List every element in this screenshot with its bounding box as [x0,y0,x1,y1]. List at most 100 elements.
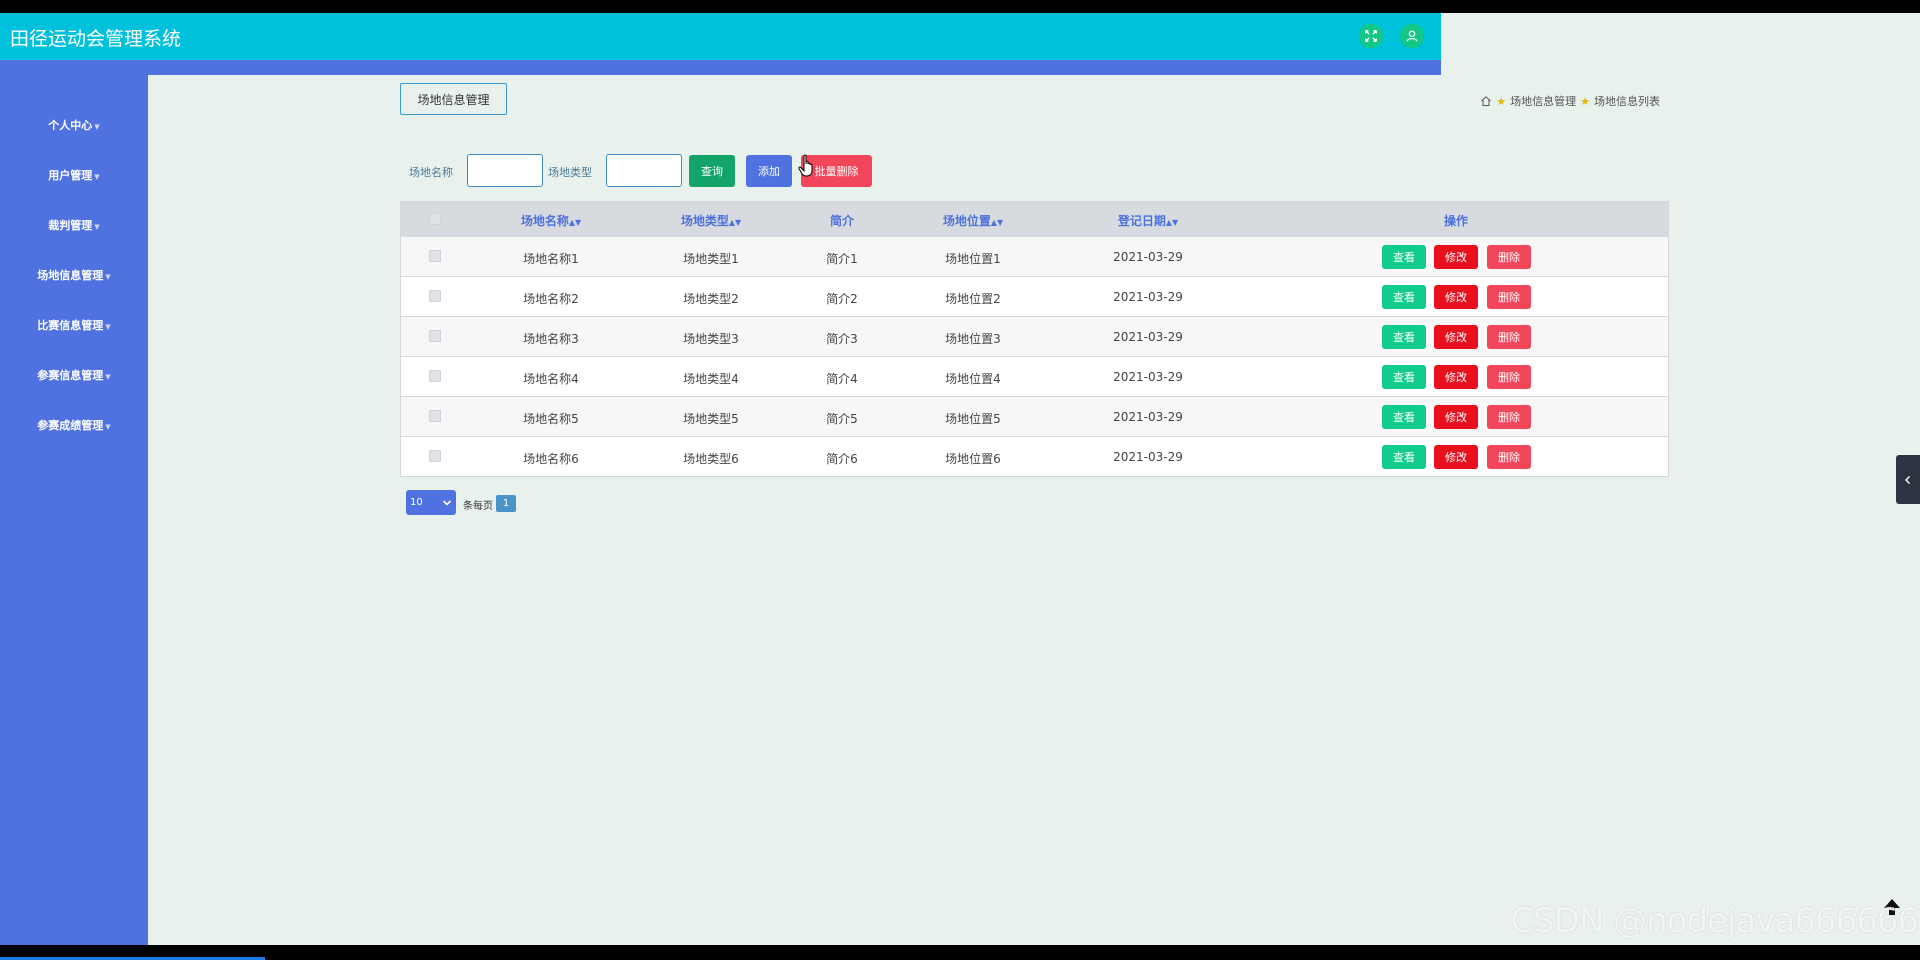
cell-venue-type: 场地类型1 [683,252,739,266]
side-panel-toggle[interactable] [1896,455,1920,504]
view-button[interactable]: 查看 [1382,405,1426,429]
breadcrumb: ★ 场地信息管理 ★ 场地信息列表 [1480,93,1660,109]
caret-down-icon: ▼ [105,323,111,331]
query-button[interactable]: 查询 [689,155,735,187]
sidebar-item-label: 参赛成绩管理 [37,419,104,432]
sort-icon: ▲▼ [990,218,1004,227]
row-checkbox[interactable] [429,250,441,262]
cell-venue-name: 场地名称3 [523,332,579,346]
view-button[interactable]: 查看 [1382,285,1426,309]
cell-venue-name: 场地名称4 [523,372,579,386]
edit-button[interactable]: 修改 [1434,285,1478,309]
cell-intro: 简介2 [826,292,858,306]
column-header-intro: 简介 [829,214,855,228]
cell-venue-location: 场地位置4 [945,372,1001,386]
view-button[interactable]: 查看 [1382,325,1426,349]
venue-name-input[interactable] [467,154,543,187]
cell-register-date: 2021-03-29 [1113,450,1183,464]
sidebar-item-user-management[interactable]: 用户管理 ▼ [0,167,148,183]
hand-cursor-icon [798,154,813,177]
page-number-button[interactable]: 1 [496,495,516,512]
cell-intro: 简介1 [826,252,858,266]
fullscreen-button[interactable] [1359,24,1383,48]
delete-button[interactable]: 删除 [1487,285,1531,309]
delete-button[interactable]: 删除 [1487,445,1531,469]
top-header: 田径运动会管理系统 [0,13,1441,60]
row-checkbox[interactable] [429,290,441,302]
row-checkbox[interactable] [429,370,441,382]
row-checkbox[interactable] [429,450,441,462]
sidebar-item-personal-center[interactable]: 个人中心 ▼ [0,117,148,133]
cell-venue-name: 场地名称1 [523,252,579,266]
app-title: 田径运动会管理系统 [10,28,182,50]
venue-name-label: 场地名称 [409,166,453,179]
star-icon: ★ [1496,94,1507,108]
sidebar-item-entry-management[interactable]: 参赛信息管理 ▼ [0,367,148,383]
view-button[interactable]: 查看 [1382,445,1426,469]
home-icon[interactable] [1480,95,1492,107]
page-size-select[interactable]: 10 [406,490,456,515]
sidebar: 个人中心 ▼ 用户管理 ▼ 裁判管理 ▼ 场地信息管理 ▼ 比赛信息管理 ▼ 参赛信息管理… [0,75,148,945]
delete-button[interactable]: 删除 [1487,325,1531,349]
sidebar-item-label: 个人中心 [48,119,93,132]
edit-button[interactable]: 修改 [1434,445,1478,469]
sort-icon: ▲▼ [1165,218,1179,227]
user-profile-button[interactable] [1400,24,1424,48]
edit-button[interactable]: 修改 [1434,325,1478,349]
table-row: 场地名称4 场地类型4 简介4 场地位置4 2021-03-29 查看 修改 删… [401,356,1668,396]
sort-icon: ▲▼ [728,218,742,227]
column-header-venue-type[interactable]: 场地类型▲▼ [681,212,741,229]
cell-register-date: 2021-03-29 [1113,250,1183,264]
cell-venue-location: 场地位置2 [945,292,1001,306]
cell-intro: 简介6 [826,452,858,466]
caret-down-icon: ▼ [105,273,111,281]
app-window: 田径运动会管理系统 个人中心 ▼ 用户管理 ▼ 裁判管理 ▼ 场地信息管理 ▼ 比 [0,13,1920,945]
caret-down-icon: ▼ [94,123,100,131]
delete-button[interactable]: 删除 [1487,365,1531,389]
cell-register-date: 2021-03-29 [1113,330,1183,344]
select-all-checkbox[interactable] [429,213,441,225]
sidebar-item-venue-management[interactable]: 场地信息管理 ▼ [0,267,148,283]
cell-venue-location: 场地位置6 [945,452,1001,466]
page-size-value: 10 [410,497,423,508]
per-page-label: 条每页 [463,501,493,512]
watermark: CSDN @nodejava666666 [1510,901,1919,941]
add-button[interactable]: 添加 [746,155,792,187]
sidebar-item-referee-management[interactable]: 裁判管理 ▼ [0,217,148,233]
cell-venue-location: 场地位置1 [945,252,1001,266]
view-button[interactable]: 查看 [1382,365,1426,389]
sidebar-item-label: 裁判管理 [48,219,93,232]
venue-table: 场地名称▲▼ 场地类型▲▼ 简介 场地位置▲▼ 登记日期▲▼ 操作 场地名称1 … [400,201,1669,477]
header-strip [0,60,1441,75]
sidebar-item-score-management[interactable]: 参赛成绩管理 ▼ [0,417,148,433]
cell-venue-type: 场地类型3 [683,332,739,346]
table-row: 场地名称2 场地类型2 简介2 场地位置2 2021-03-29 查看 修改 删… [401,276,1668,316]
sidebar-item-label: 参赛信息管理 [37,369,104,382]
page-title-tab[interactable]: 场地信息管理 [400,83,507,115]
delete-button[interactable]: 删除 [1487,405,1531,429]
cell-venue-location: 场地位置5 [945,412,1001,426]
column-header-actions: 操作 [1443,214,1469,228]
column-header-venue-location[interactable]: 场地位置▲▼ [943,212,1003,229]
breadcrumb-item: 场地信息列表 [1594,95,1660,108]
row-checkbox[interactable] [429,330,441,342]
venue-type-input[interactable] [606,154,682,187]
view-button[interactable]: 查看 [1382,245,1426,269]
cell-venue-type: 场地类型6 [683,452,739,466]
edit-button[interactable]: 修改 [1434,365,1478,389]
edit-button[interactable]: 修改 [1434,405,1478,429]
star-icon: ★ [1580,94,1590,108]
column-header-register-date[interactable]: 登记日期▲▼ [1118,212,1178,229]
breadcrumb-item[interactable]: 场地信息管理 [1510,93,1576,109]
edit-button[interactable]: 修改 [1434,245,1478,269]
sidebar-item-label: 比赛信息管理 [37,319,104,332]
row-checkbox[interactable] [429,410,441,422]
sidebar-item-match-management[interactable]: 比赛信息管理 ▼ [0,317,148,333]
delete-button[interactable]: 删除 [1487,245,1531,269]
cell-register-date: 2021-03-29 [1113,290,1183,304]
cell-venue-type: 场地类型5 [683,412,739,426]
column-header-venue-name[interactable]: 场地名称▲▼ [521,212,581,229]
chevron-left-icon [1905,475,1910,484]
cell-venue-name: 场地名称5 [523,412,579,426]
table-row: 场地名称3 场地类型3 简介3 场地位置3 2021-03-29 查看 修改 删… [401,316,1668,356]
